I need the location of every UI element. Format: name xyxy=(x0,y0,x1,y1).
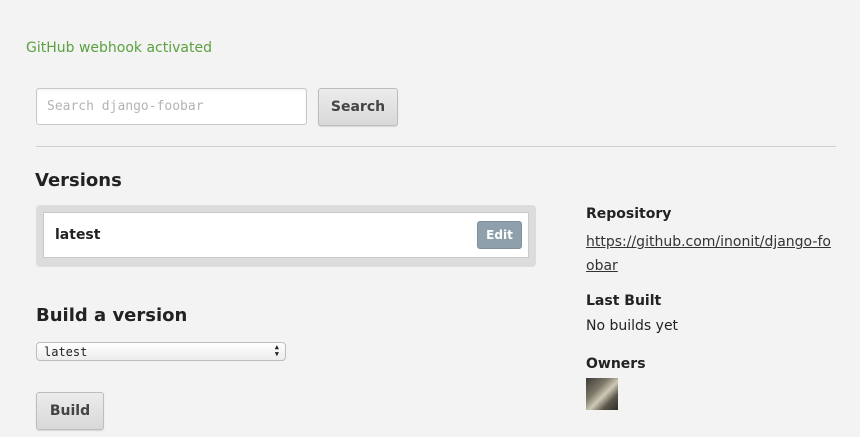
build-button[interactable]: Build xyxy=(36,392,104,430)
edit-version-button[interactable]: Edit xyxy=(477,221,522,249)
select-arrows-icon: ▲ ▼ xyxy=(274,343,279,358)
last-built-label: Last Built xyxy=(586,293,662,309)
version-select[interactable]: latest ▲ ▼ xyxy=(36,342,286,361)
owner-avatar[interactable] xyxy=(586,378,618,410)
search-input[interactable] xyxy=(36,88,307,125)
project-page: GitHub webhook activated Search Versions… xyxy=(0,0,860,437)
versions-list: latest Edit xyxy=(36,205,536,267)
search-button[interactable]: Search xyxy=(318,88,398,126)
build-heading: Build a version xyxy=(36,305,188,326)
last-built-value: No builds yet xyxy=(586,318,679,334)
version-select-value: latest xyxy=(44,344,88,359)
version-name[interactable]: latest xyxy=(55,227,100,243)
repository-label: Repository xyxy=(586,206,672,222)
repository-link[interactable]: https://github.com/inonit/django-foobar xyxy=(586,230,836,278)
webhook-notice: GitHub webhook activated xyxy=(26,40,212,56)
owners-label: Owners xyxy=(586,356,646,372)
versions-heading: Versions xyxy=(35,170,122,191)
divider xyxy=(36,146,836,147)
version-row: latest Edit xyxy=(43,212,529,258)
